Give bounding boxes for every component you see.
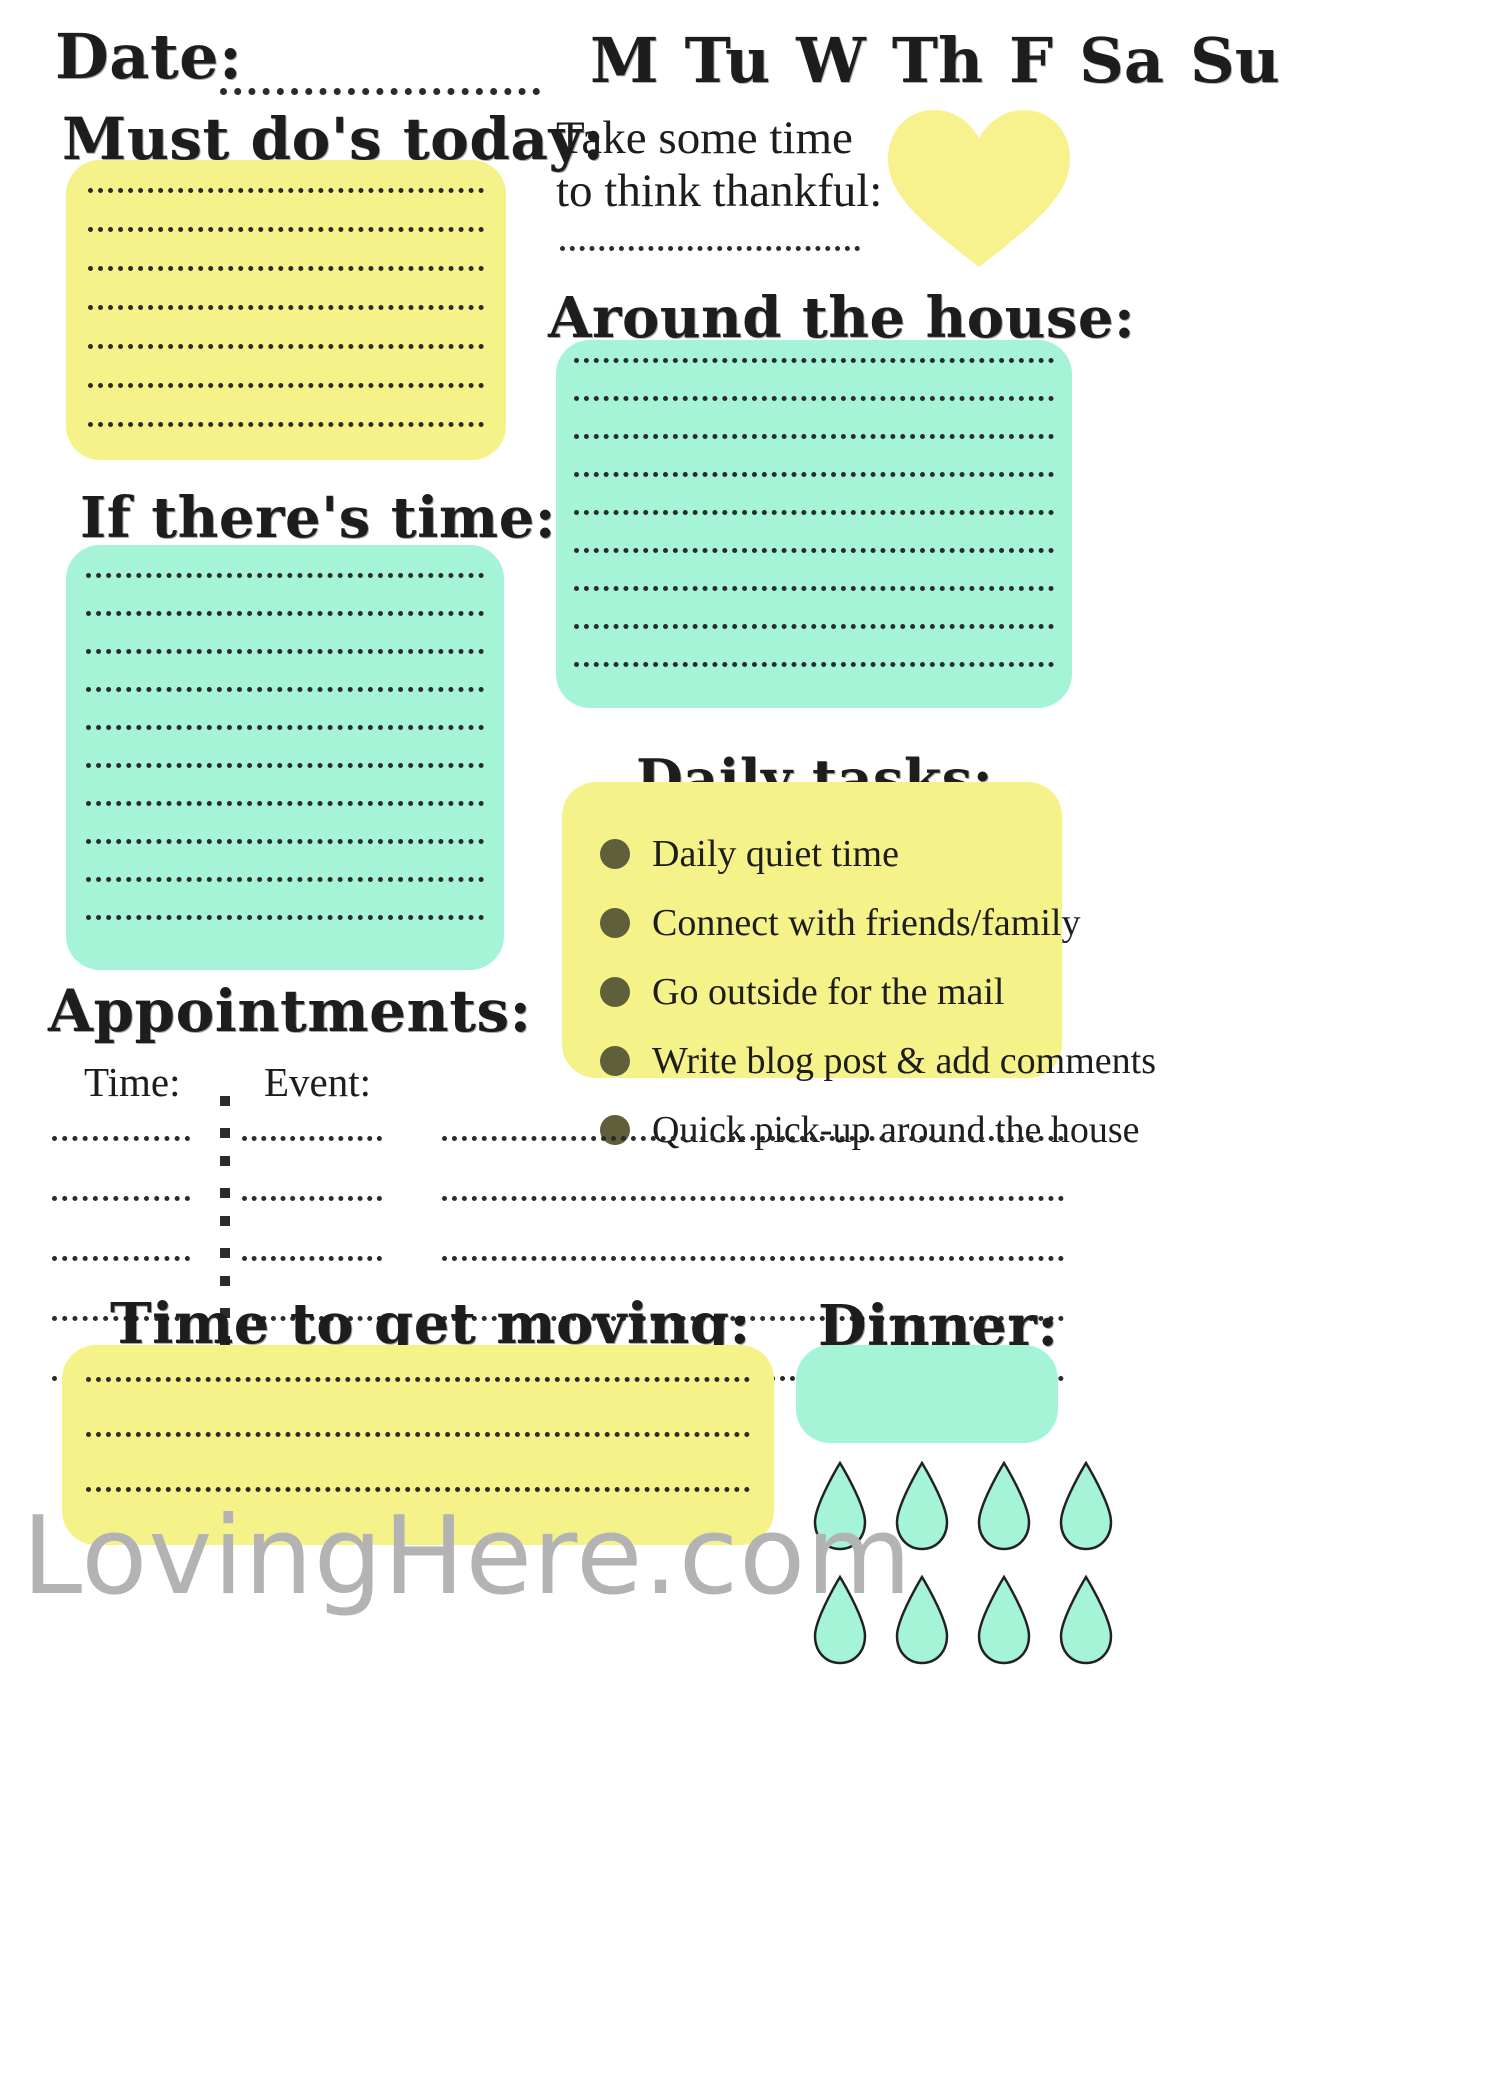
if-time-write-line[interactable] [86,801,484,806]
if-time-write-line[interactable] [86,649,484,654]
water-drop-icon[interactable] [1058,1460,1114,1552]
must-do-write-line[interactable] [88,188,484,193]
around-house-write-line[interactable] [574,624,1054,629]
dinner-card[interactable] [796,1345,1058,1443]
appointment-row[interactable] [52,1088,1064,1148]
around-house-write-line[interactable] [574,510,1054,515]
around-house-write-line[interactable] [574,396,1054,401]
day-option-th[interactable]: Th [892,24,983,97]
day-option-tu[interactable]: Tu [685,24,771,97]
planner-page: Date: M Tu W Th F Sa Su Must do's today:… [0,0,1500,2100]
daily-task-label: Go outside for the mail [652,971,1005,1013]
must-do-write-line[interactable] [88,227,484,232]
daily-task-item[interactable]: Go outside for the mail [600,970,1062,1014]
thankful-line-2: to think thankful: [556,164,883,217]
bullet-icon [600,908,630,938]
day-option-su[interactable]: Su [1190,24,1280,97]
around-house-card[interactable] [556,340,1072,708]
date-label: Date: [55,20,243,93]
must-do-write-line[interactable] [88,305,484,310]
thankful-line-1: Take some time [556,112,853,164]
site-watermark: LovingHere.com [22,1494,913,1619]
if-time-write-line[interactable] [86,839,484,844]
day-option-w[interactable]: W [796,24,866,97]
daily-task-label: Connect with friends/family [652,902,1081,944]
around-house-write-line[interactable] [574,586,1054,591]
must-do-lines[interactable] [66,160,506,427]
if-time-write-line[interactable] [86,573,484,578]
appointment-event-line[interactable] [442,1256,1064,1261]
daily-task-item[interactable]: Daily quiet time [600,832,1062,876]
if-time-lines[interactable] [66,545,504,920]
water-drop-icon[interactable] [976,1574,1032,1666]
around-house-write-line[interactable] [574,662,1054,667]
if-time-write-line[interactable] [86,915,484,920]
appointment-minute-line[interactable] [242,1136,382,1141]
around-house-write-line[interactable] [574,434,1054,439]
appointment-event-line[interactable] [442,1196,1064,1201]
appointment-hour-line[interactable] [52,1256,190,1261]
water-drop-icon[interactable] [1058,1574,1114,1666]
day-option-sa[interactable]: Sa [1079,24,1164,97]
must-do-write-line[interactable] [88,266,484,271]
get-moving-write-line[interactable] [86,1377,750,1382]
appointment-hour-line[interactable] [52,1196,190,1201]
appointment-hour-line[interactable] [52,1136,190,1141]
thankful-prompt: Take some time to think thankful: [556,112,882,217]
bullet-icon [600,839,630,869]
if-time-write-line[interactable] [86,611,484,616]
appointment-minute-line[interactable] [242,1256,382,1261]
daily-task-item[interactable]: Connect with friends/family [600,901,1080,945]
get-moving-write-line[interactable] [86,1432,750,1437]
around-house-lines[interactable] [556,340,1072,667]
daily-tasks-card[interactable]: Daily quiet time Connect with friends/fam… [562,782,1156,1151]
get-moving-lines[interactable] [62,1345,774,1492]
if-time-write-line[interactable] [86,725,484,730]
day-option-f[interactable]: F [1009,24,1053,97]
appointment-minute-line[interactable] [242,1196,382,1201]
around-house-write-line[interactable] [574,358,1054,363]
if-time-write-line[interactable] [86,877,484,882]
around-house-write-line[interactable] [574,548,1054,553]
appointment-row[interactable] [52,1208,1064,1268]
around-house-write-line[interactable] [574,472,1054,477]
around-house-title: Around the house: [548,285,1136,351]
date-input-line[interactable] [220,88,540,95]
daily-task-label: Daily quiet time [652,833,899,875]
water-drop-icon[interactable] [976,1460,1032,1552]
heart-icon [884,104,1074,269]
bullet-icon [600,1046,630,1076]
must-do-write-line[interactable] [88,383,484,388]
get-moving-write-line[interactable] [86,1487,750,1492]
if-time-write-line[interactable] [86,763,484,768]
daily-task-item[interactable]: Write blog post & add comments [600,1039,1156,1083]
if-time-write-line[interactable] [86,687,484,692]
must-do-card[interactable] [66,160,506,460]
time-colon-separator [220,1156,230,1204]
day-of-week-selector[interactable]: M Tu W Th F Sa Su [590,24,1280,97]
appointment-row[interactable] [52,1148,1064,1208]
appointment-event-line[interactable] [442,1136,1064,1141]
if-time-card[interactable] [66,545,504,970]
if-time-title: If there's time: [80,485,556,551]
bullet-icon [600,977,630,1007]
appointments-title: Appointments: [48,977,532,1045]
day-option-m[interactable]: M [590,24,659,97]
must-do-write-line[interactable] [88,344,484,349]
time-colon-separator [220,1096,230,1144]
daily-task-label: Write blog post & add comments [652,1040,1157,1082]
get-moving-title: Time to get moving: [110,1291,751,1357]
thankful-input-line[interactable] [560,246,860,251]
time-colon-separator [220,1216,230,1264]
must-do-write-line[interactable] [88,422,484,427]
